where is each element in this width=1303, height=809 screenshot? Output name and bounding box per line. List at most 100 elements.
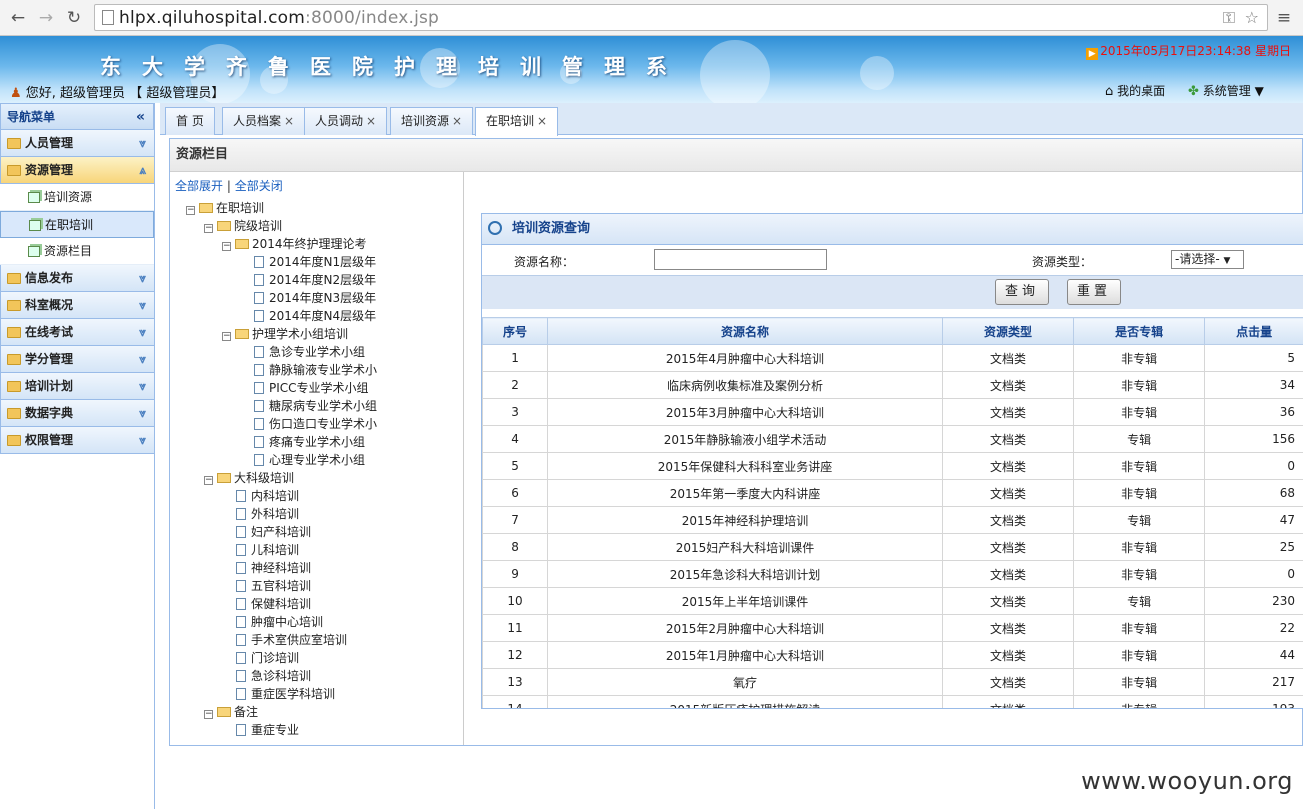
tree-folder-node[interactable]: − 大科级培训	[204, 469, 380, 487]
tree-leaf-node[interactable]: 静脉输液专业学术小	[254, 361, 380, 379]
table-row[interactable]: 10 2015年上半年培训课件 文档类 专辑 230	[482, 587, 1303, 615]
column-header[interactable]: 点击量	[1204, 317, 1303, 345]
tree-leaf-node[interactable]: 2014年度N4层级年	[254, 307, 380, 325]
table-row[interactable]: 5 2015年保健科大科科室业务讲座 文档类 非专辑 0	[482, 452, 1303, 480]
table-row[interactable]: 4 2015年静脉输液小组学术活动 文档类 专辑 156	[482, 425, 1303, 453]
close-icon[interactable]: ×	[284, 114, 294, 128]
table-cell: 4	[482, 425, 549, 453]
tree-folder-node[interactable]: − 护理学术小组培训	[222, 325, 380, 343]
tree-folder-node[interactable]: − 在职培训	[186, 199, 380, 217]
forward-icon[interactable]: →	[34, 6, 58, 30]
table-row[interactable]: 2 临床病例收集标准及案例分析 文档类 非专辑 34	[482, 371, 1303, 399]
folder-icon	[7, 327, 21, 338]
tree-leaf-node[interactable]: 五官科培训	[236, 577, 380, 595]
system-menu[interactable]: ✤ 系统管理 ▼	[1188, 82, 1264, 99]
resource-type-select[interactable]: -请选择- ▼	[1171, 250, 1244, 269]
collapse-node-icon[interactable]: −	[204, 710, 213, 719]
resource-name-input[interactable]	[654, 249, 827, 270]
table-row[interactable]: 7 2015年神经科护理培训 文档类 专辑 47	[482, 506, 1303, 534]
tree-leaf-node[interactable]: 伤口造口专业学术小	[254, 415, 380, 433]
tree-leaf-node[interactable]: 2014年度N1层级年	[254, 253, 380, 271]
tab-home[interactable]: 首 页	[165, 107, 215, 135]
menu-icon[interactable]: ≡	[1272, 6, 1296, 30]
address-bar[interactable]: hlpx.qiluhospital.com:8000/index.jsp ⚿ ☆	[94, 4, 1268, 31]
tree-leaf-node[interactable]: 手术室供应室培训	[236, 631, 380, 649]
nav-group-personnel[interactable]: 人员管理 ⩔	[0, 130, 154, 157]
tree-leaf-node[interactable]: 重症医学科培训	[236, 685, 380, 703]
collapse-node-icon[interactable]: −	[222, 242, 231, 251]
nav-group-dept[interactable]: 科室概况 ⩔	[0, 292, 154, 319]
tree-leaf-node[interactable]: 糖尿病专业学术小组	[254, 397, 380, 415]
collapse-sidebar-icon[interactable]: «	[136, 104, 145, 130]
search-button[interactable]: 查询	[995, 279, 1049, 305]
table-row[interactable]: 8 2015妇产科大科培训课件 文档类 非专辑 25	[482, 533, 1303, 561]
tree-leaf-node[interactable]: 急诊科培训	[236, 667, 380, 685]
tree-leaf-node[interactable]: 疼痛专业学术小组	[254, 433, 380, 451]
my-desktop-link[interactable]: ⌂ 我的桌面	[1105, 82, 1165, 99]
nav-group-resources[interactable]: 资源管理 ⩓	[0, 157, 154, 184]
nav-group-dictionary[interactable]: 数据字典 ⩔	[0, 400, 154, 427]
tab-training-resources[interactable]: 培训资源 ×	[390, 107, 474, 135]
star-icon[interactable]: ☆	[1245, 8, 1259, 27]
tree-leaf-node[interactable]: 神经科培训	[236, 559, 380, 577]
tree-leaf-node[interactable]: 内科培训	[236, 487, 380, 505]
collapse-node-icon[interactable]: −	[204, 224, 213, 233]
nav-item-training-resources[interactable]: 培训资源	[0, 184, 154, 211]
nav-item-onjob-training[interactable]: 在职培训	[0, 211, 154, 238]
nav-item-resource-category[interactable]: 资源栏目	[0, 238, 154, 265]
reload-icon[interactable]: ↻	[62, 6, 86, 30]
table-row[interactable]: 142015新版压疮护理措施解读文档类非专辑193	[482, 695, 1303, 708]
collapse-node-icon[interactable]: −	[186, 206, 195, 215]
query-header: 培训资源查询	[482, 214, 1303, 245]
key-icon[interactable]: ⚿	[1223, 8, 1235, 28]
tree-leaf-node[interactable]: 重症专业	[236, 721, 380, 739]
document-icon	[236, 616, 246, 628]
tree-folder-node[interactable]: − 院级培训	[204, 217, 380, 235]
expand-all-link[interactable]: 全部展开	[175, 179, 223, 193]
tree-folder-node[interactable]: −2014年终护理理论考	[222, 235, 380, 253]
table-cell: 2	[482, 371, 549, 399]
nav-group-permissions[interactable]: 权限管理 ⩔	[0, 427, 154, 454]
tab-personnel-transfer[interactable]: 人员调动 ×	[304, 107, 388, 135]
close-icon[interactable]: ×	[452, 114, 462, 128]
back-icon[interactable]: ←	[6, 6, 30, 30]
nav-group-info[interactable]: 信息发布 ⩔	[0, 265, 154, 292]
column-header[interactable]: 资源类型	[941, 317, 1075, 345]
table-row[interactable]: 3 2015年3月肿瘤中心大科培训 文档类 非专辑 36	[482, 398, 1303, 426]
reset-button[interactable]: 重置	[1067, 279, 1121, 305]
tree-leaf-node[interactable]: 外科培训	[236, 505, 380, 523]
close-icon[interactable]: ×	[366, 114, 376, 128]
tree-leaf-node[interactable]: 2014年度N3层级年	[254, 289, 380, 307]
tab-onjob-training[interactable]: 在职培训 ×	[475, 107, 559, 136]
column-header[interactable]: 是否专辑	[1073, 317, 1206, 345]
tree-leaf-node[interactable]: 妇产科培训	[236, 523, 380, 541]
column-header[interactable]: 资源名称	[547, 317, 943, 345]
table-cell: 非专辑	[1073, 695, 1206, 708]
tree-leaf-node[interactable]: 2014年度N2层级年	[254, 271, 380, 289]
resource-name-label: 资源名称：	[514, 255, 575, 269]
tree-leaf-node[interactable]: 儿科培训	[236, 541, 380, 559]
tree-leaf-node[interactable]: 肿瘤中心培训	[236, 613, 380, 631]
tree-leaf-node[interactable]: 心理专业学术小组	[254, 451, 380, 469]
tree-folder-node[interactable]: − 备注	[204, 703, 380, 721]
tree-leaf-node[interactable]: 保健科培训	[236, 595, 380, 613]
nav-group-credits[interactable]: 学分管理 ⩔	[0, 346, 154, 373]
table-row[interactable]: 6 2015年第一季度大内科讲座 文档类 非专辑 68	[482, 479, 1303, 507]
nav-group-plan[interactable]: 培训计划 ⩔	[0, 373, 154, 400]
tree-leaf-node[interactable]: PICC专业学术小组	[254, 379, 380, 397]
collapse-node-icon[interactable]: −	[222, 332, 231, 341]
tab-personnel-files[interactable]: 人员档案 ×	[222, 107, 306, 135]
collapse-all-link[interactable]: 全部关闭	[235, 179, 283, 193]
collapse-node-icon[interactable]: −	[204, 476, 213, 485]
table-row[interactable]: 1 2015年4月肿瘤中心大科培训 文档类 非专辑 5	[482, 344, 1303, 372]
table-row[interactable]: 12 2015年1月肿瘤中心大科培训 文档类 非专辑 44	[482, 641, 1303, 669]
table-cell: 2015年第一季度大内科讲座	[547, 479, 943, 507]
table-row[interactable]: 13 氧疗 文档类 非专辑 217	[482, 668, 1303, 696]
column-header[interactable]: 序号	[482, 317, 549, 345]
table-row[interactable]: 11 2015年2月肿瘤中心大科培训 文档类 非专辑 22	[482, 614, 1303, 642]
close-icon[interactable]: ×	[537, 114, 547, 128]
nav-group-exam[interactable]: 在线考试 ⩔	[0, 319, 154, 346]
tree-leaf-node[interactable]: 急诊专业学术小组	[254, 343, 380, 361]
table-row[interactable]: 9 2015年急诊科大科培训计划 文档类 非专辑 0	[482, 560, 1303, 588]
tree-leaf-node[interactable]: 门诊培训	[236, 649, 380, 667]
